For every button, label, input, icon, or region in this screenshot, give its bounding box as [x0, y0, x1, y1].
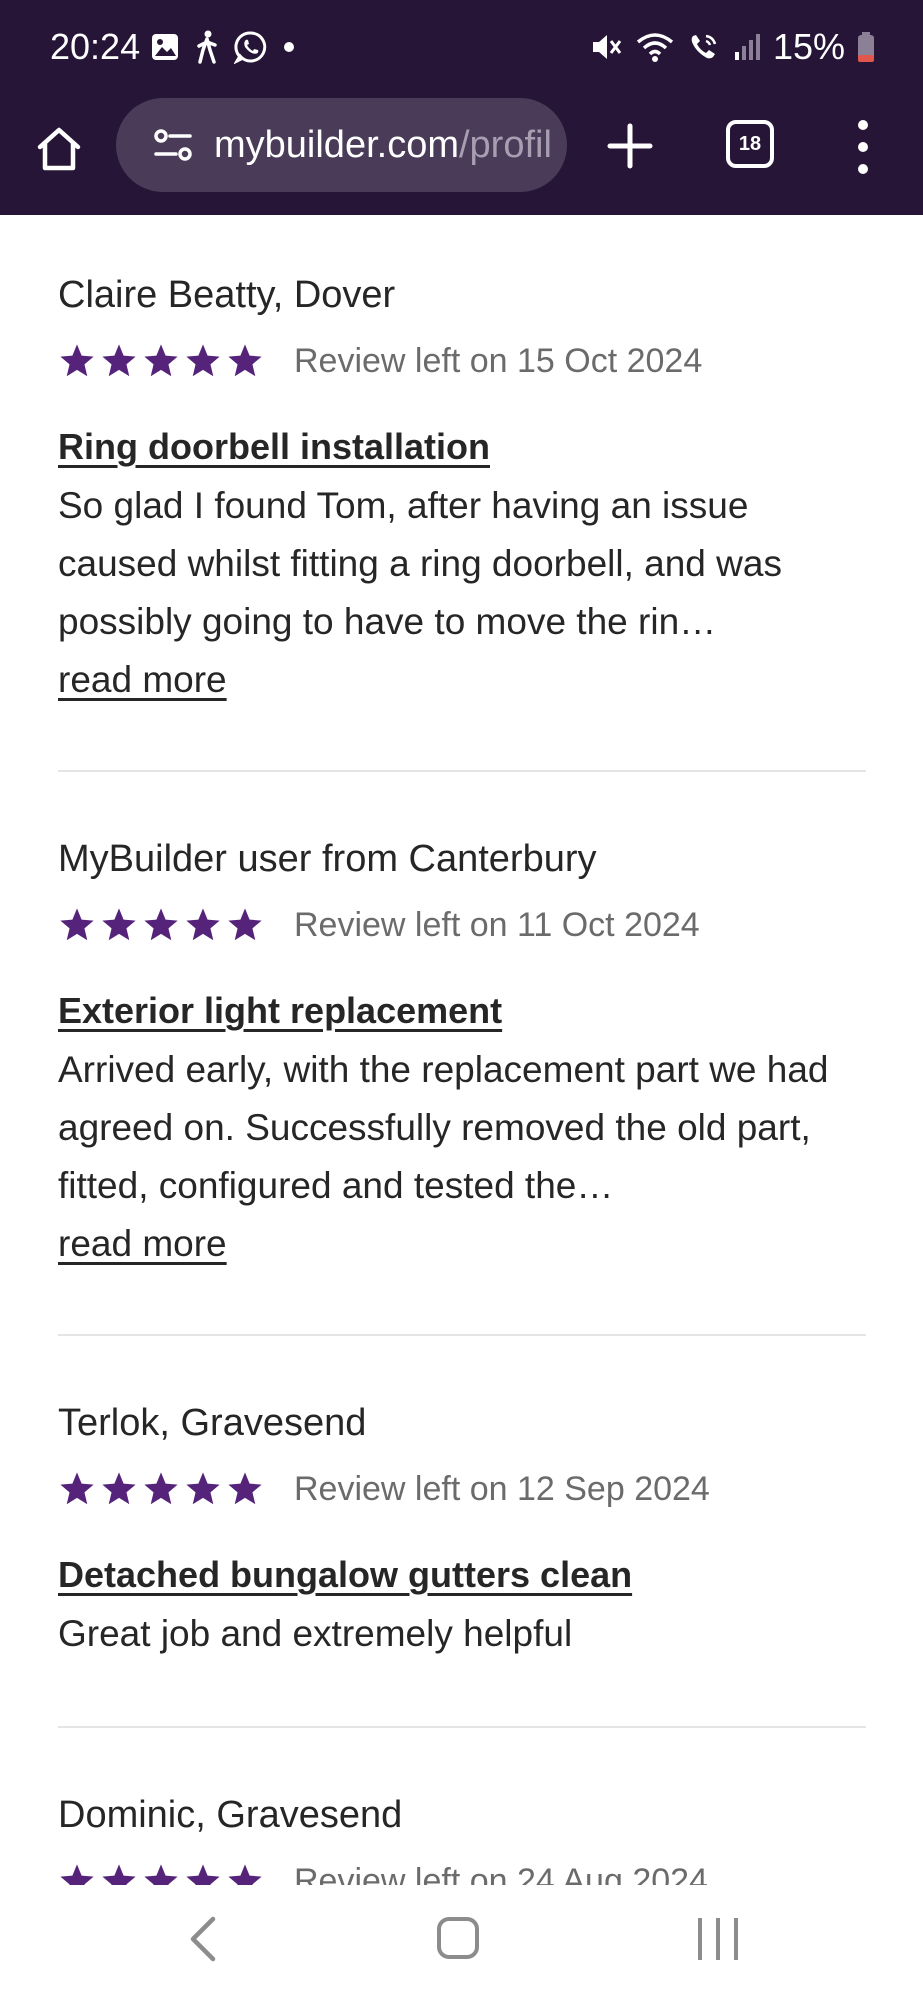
star-icon [186, 908, 220, 941]
tab-count: 18 [738, 132, 762, 155]
review-date: Review left on 11 Oct 2024 [294, 905, 700, 944]
menu-dot [858, 142, 868, 152]
review-text: Arrived early, with the replacement part… [58, 1049, 829, 1206]
job-title-link[interactable]: Detached bungalow gutters clean [58, 1545, 632, 1605]
back-icon[interactable] [183, 1913, 223, 1965]
review-date: Review left on 24 Aug 2024 [294, 1861, 708, 1886]
accessibility-icon [197, 30, 217, 64]
star-icon [102, 908, 136, 941]
rating-row: Review left on 12 Sep 2024 [58, 1459, 866, 1519]
star-icon [102, 1472, 136, 1505]
status-time: 20:24 [50, 26, 141, 67]
home-icon [37, 127, 81, 171]
star-icon [60, 1472, 94, 1505]
star-icon [228, 908, 262, 941]
system-nav-bar [0, 1885, 923, 2000]
review-card: Dominic, Gravesend Review left on 24 Aug… [58, 1785, 866, 1885]
star-icon [186, 1864, 220, 1885]
star-icon [144, 908, 178, 941]
recent-apps-icon[interactable] [698, 1918, 738, 1960]
reviewer-name: Claire Beatty, Dover [58, 274, 396, 316]
star-icon [144, 1864, 178, 1885]
star-icon [60, 1864, 94, 1885]
read-more-link[interactable]: read more [58, 1215, 227, 1273]
review-card: Terlok, Gravesend Review left on 12 Sep … [58, 1393, 866, 1663]
browser-toolbar: mybuilder.com/profil 18 [0, 98, 923, 215]
rating-row: Review left on 15 Oct 2024 [58, 331, 866, 391]
star-rating [58, 342, 264, 380]
new-tab-icon[interactable] [604, 120, 656, 172]
star-icon [144, 344, 178, 377]
wifi-icon [636, 33, 674, 62]
home-button[interactable] [30, 120, 88, 178]
battery-icon [858, 32, 874, 62]
divider [58, 770, 866, 772]
status-right: 15% [589, 26, 875, 68]
read-more-link[interactable]: read more [58, 651, 227, 709]
star-rating [58, 906, 264, 944]
whatsapp-icon [234, 31, 267, 64]
review-card: Claire Beatty, Dover Review left on 15 O… [58, 265, 866, 709]
reviewer-name: Dominic, Gravesend [58, 1794, 403, 1836]
home-nav-icon[interactable] [437, 1917, 479, 1959]
dot-icon [284, 42, 294, 52]
url-bar[interactable]: mybuilder.com/profil [116, 98, 567, 192]
review-card: MyBuilder user from Canterbury Review le… [58, 829, 866, 1273]
divider [58, 1334, 866, 1336]
gallery-icon [152, 34, 178, 60]
tab-switcher-button[interactable]: 18 [726, 120, 774, 168]
star-icon [60, 344, 94, 377]
star-icon [228, 1864, 262, 1885]
status-left-icons [150, 30, 296, 64]
review-date: Review left on 12 Sep 2024 [294, 1469, 710, 1508]
star-icon [228, 1472, 262, 1505]
review-date: Review left on 15 Oct 2024 [294, 341, 703, 380]
browser-chrome: 20:24 15% mybuilder.com/profil 18 [0, 0, 923, 215]
star-icon [144, 1472, 178, 1505]
menu-dot [858, 120, 868, 130]
more-menu-icon[interactable] [848, 120, 878, 174]
battery-percent: 15% [772, 26, 845, 67]
site-settings-icon[interactable] [152, 124, 194, 166]
star-icon [228, 344, 262, 377]
url-path: /profil [458, 123, 552, 166]
wifi-calling-icon [691, 34, 717, 59]
job-title-link[interactable]: Ring doorbell installation [58, 417, 490, 477]
status-bar: 20:24 15% [0, 0, 923, 98]
star-rating [58, 1862, 264, 1885]
job-title-link[interactable]: Exterior light replacement [58, 981, 502, 1041]
reviewer-name: MyBuilder user from Canterbury [58, 838, 597, 880]
reviewer-name: Terlok, Gravesend [58, 1402, 367, 1444]
reviews-list: Claire Beatty, Dover Review left on 15 O… [0, 215, 923, 1885]
signal-icon [734, 34, 760, 60]
star-icon [60, 908, 94, 941]
url-text[interactable]: mybuilder.com/profil [214, 124, 552, 167]
mute-icon [592, 35, 622, 59]
rating-row: Review left on 24 Aug 2024 [58, 1851, 866, 1885]
review-text: Great job and extremely helpful [58, 1613, 573, 1654]
menu-dot [858, 164, 868, 174]
star-icon [102, 344, 136, 377]
review-text: So glad I found Tom, after having an iss… [58, 485, 782, 642]
rating-row: Review left on 11 Oct 2024 [58, 895, 866, 955]
star-icon [102, 1864, 136, 1885]
star-icon [186, 1472, 220, 1505]
star-rating [58, 1470, 264, 1508]
url-host: mybuilder.com [214, 123, 459, 166]
star-icon [186, 344, 220, 377]
divider [58, 1726, 866, 1728]
